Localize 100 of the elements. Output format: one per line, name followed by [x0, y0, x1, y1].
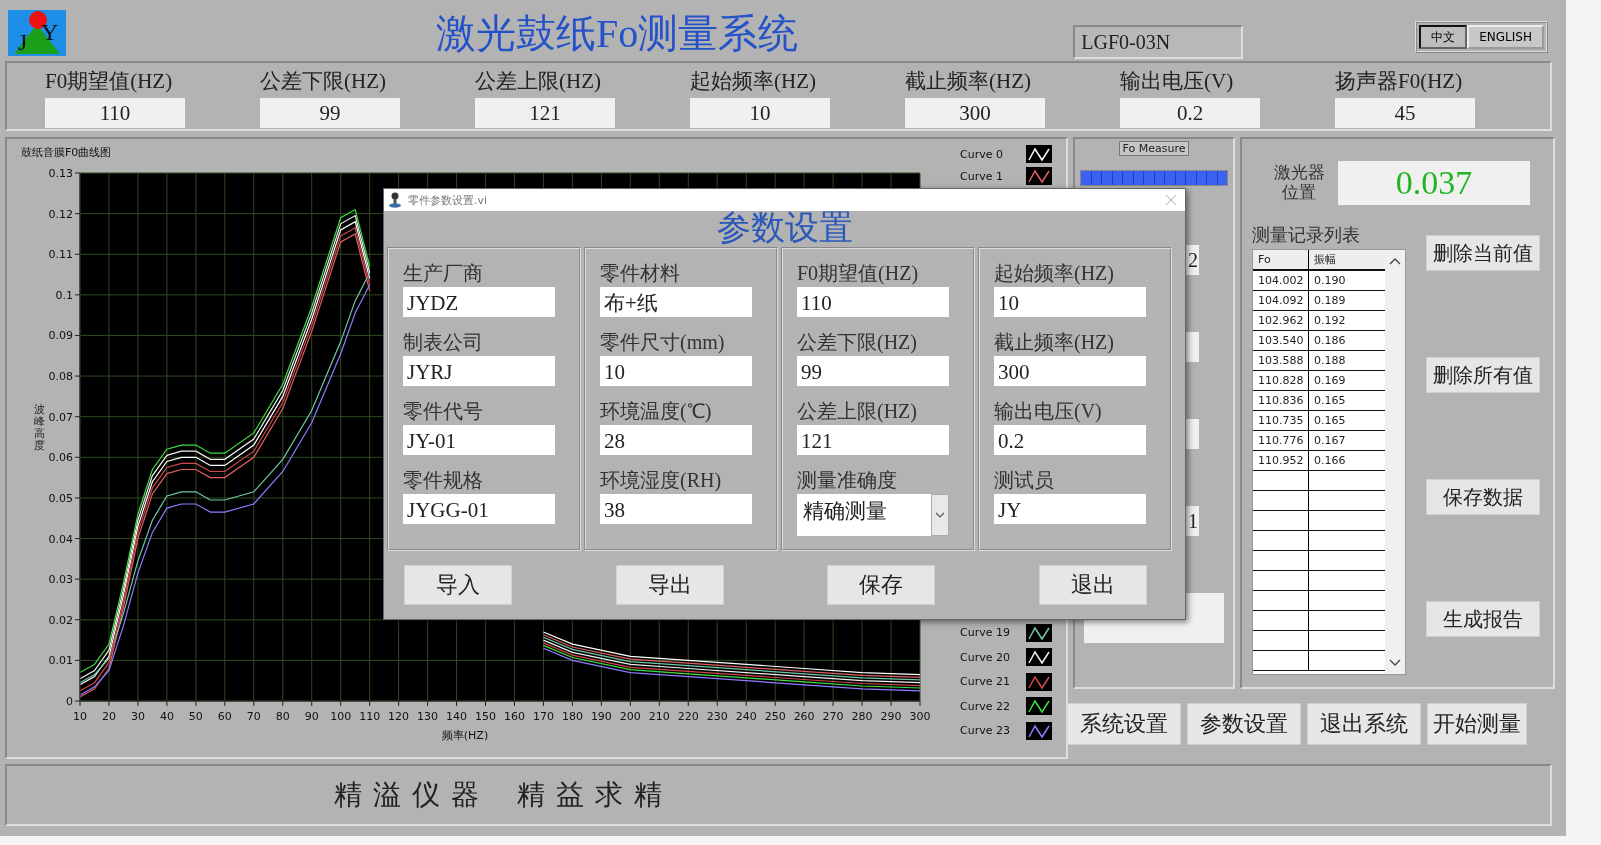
- y-tick-label: 0.08: [48, 370, 73, 384]
- y-tick-label: 0.03: [48, 573, 73, 587]
- y-tick-label: 0.1: [55, 288, 73, 302]
- parameter-value: 121: [475, 98, 615, 128]
- dialog-button[interactable]: 退出: [1038, 565, 1147, 605]
- field-label: 零件规格: [403, 468, 483, 493]
- y-tick-label: 0.09: [48, 329, 73, 343]
- x-tick-label: 170: [532, 710, 554, 723]
- main-button[interactable]: 参数设置: [1187, 703, 1301, 745]
- parameter-label: 起始频率(HZ): [690, 68, 816, 95]
- table-cell-text: 0.186: [1313, 333, 1347, 349]
- x-tick-label: 240: [735, 710, 757, 723]
- x-tick-label: 290: [880, 710, 902, 723]
- y-tick-label: 0.07: [48, 410, 73, 424]
- input-field[interactable]: 布+纸: [600, 287, 752, 317]
- input-field[interactable]: 300: [994, 356, 1146, 386]
- input-field[interactable]: JYGG-01: [403, 494, 555, 524]
- dropdown[interactable]: 精确测量: [797, 494, 949, 536]
- scroll-down-icon[interactable]: [1389, 658, 1401, 668]
- input-field[interactable]: 28: [600, 425, 752, 455]
- input-field[interactable]: JY: [994, 494, 1146, 524]
- dialog-button[interactable]: 导出: [615, 565, 724, 605]
- parameter-label: 截止频率(HZ): [905, 68, 1031, 95]
- x-tick-label: 250: [764, 710, 786, 723]
- y-tick-label: 0.02: [48, 613, 73, 627]
- x-tick-label: 20: [101, 710, 116, 723]
- parameter-value: 99: [260, 98, 400, 128]
- chart-title: 鼓纸音膜F0曲线图: [21, 146, 112, 159]
- input-field[interactable]: 99: [797, 356, 949, 386]
- input-field[interactable]: JYDZ: [403, 287, 555, 317]
- dialog-button[interactable]: 保存: [827, 565, 936, 605]
- field-label: 制表公司: [403, 330, 483, 355]
- y-tick-label: 0.11: [48, 248, 73, 262]
- field-label: 公差下限(HZ): [797, 330, 917, 356]
- input-field[interactable]: 10: [600, 356, 752, 386]
- table-cell-text: 0.166: [1313, 453, 1347, 469]
- language-button[interactable]: ENGLISH: [1467, 25, 1544, 49]
- x-tick-label: 140: [446, 710, 468, 723]
- input-field[interactable]: 0.2: [994, 425, 1146, 455]
- table-cell-text: 0.169: [1313, 373, 1347, 389]
- main-button[interactable]: 退出系统: [1307, 703, 1421, 745]
- y-tick-label: 0.04: [48, 532, 73, 546]
- x-tick-label: 120: [388, 710, 410, 723]
- record-button[interactable]: 保存数据: [1426, 479, 1540, 515]
- measure-label: Fo Measure: [1118, 141, 1190, 156]
- x-tick-label: 30: [130, 710, 145, 723]
- x-tick-label: 10: [73, 710, 87, 723]
- caret-icon: [935, 512, 945, 518]
- input-field[interactable]: 38: [600, 494, 752, 524]
- legend-label: Curve 0: [960, 147, 1004, 161]
- parameter-label: 公差上限(HZ): [475, 68, 601, 95]
- table-cell-text: 0.165: [1313, 393, 1347, 409]
- dialog-title: 零件参数设置.vi: [408, 192, 488, 208]
- y-tick-label: 0.13: [48, 167, 73, 180]
- field-label: 零件尺寸(mm): [600, 330, 725, 356]
- x-tick-label: 230: [706, 710, 728, 723]
- parameter-label: 输出电压(V): [1120, 68, 1234, 95]
- table-cell: 110.776: [1253, 431, 1309, 450]
- main-button[interactable]: 系统设置: [1067, 703, 1181, 745]
- field-label: 零件代号: [403, 399, 483, 424]
- logo-icon: J Y: [8, 10, 66, 56]
- table-cell: 103.588: [1253, 351, 1309, 370]
- record-button[interactable]: 删除所有值: [1426, 357, 1540, 393]
- dialog-button[interactable]: 导入: [404, 565, 512, 605]
- x-tick-label: 150: [475, 710, 496, 723]
- input-field[interactable]: 121: [797, 425, 949, 455]
- record-button[interactable]: 生成报告: [1426, 601, 1540, 637]
- input-field[interactable]: 10: [994, 287, 1146, 317]
- legend-label: Curve 22: [960, 699, 1010, 713]
- legend-label: Curve 19: [960, 626, 1010, 640]
- app-icon: [388, 192, 402, 208]
- table-cell-text: 0.188: [1313, 353, 1347, 369]
- language-button[interactable]: 中文: [1419, 25, 1468, 49]
- parameter-value: 0.2: [1120, 98, 1260, 128]
- record-button[interactable]: 删除当前值: [1426, 235, 1540, 271]
- field-label: 截止频率(HZ): [994, 330, 1114, 356]
- input-field[interactable]: JY-01: [403, 425, 555, 455]
- y-tick-label: 0.12: [48, 207, 73, 221]
- x-tick-label: 130: [417, 710, 439, 723]
- input-field[interactable]: 110: [797, 287, 949, 317]
- x-tick-label: 70: [246, 710, 261, 723]
- y-tick-label: 0.06: [48, 451, 73, 465]
- main-button[interactable]: 开始测量: [1427, 703, 1527, 745]
- column-header: 振幅: [1313, 252, 1337, 268]
- table-cell: 102.962: [1253, 311, 1309, 330]
- parameter-label: F0期望值(HZ): [45, 68, 173, 95]
- parameter-value: 45: [1335, 98, 1475, 128]
- x-tick-label: 280: [851, 710, 873, 723]
- laser-position-label: 位置: [1282, 183, 1316, 203]
- input-field[interactable]: JYRJ: [403, 356, 555, 386]
- parameter-label: 扬声器F0(HZ): [1335, 68, 1463, 95]
- y-tick-label: 0: [66, 695, 73, 708]
- table-cell-text: 0.189: [1313, 293, 1347, 309]
- x-tick-label: 220: [677, 710, 699, 723]
- column-header: Fo: [1253, 250, 1309, 269]
- field-label: 起始频率(HZ): [994, 261, 1114, 287]
- field-label: F0期望值(HZ): [797, 261, 919, 287]
- x-tick-label: 160: [504, 710, 525, 723]
- scroll-up-icon[interactable]: [1389, 256, 1401, 266]
- field-label: 生产厂商: [403, 261, 483, 286]
